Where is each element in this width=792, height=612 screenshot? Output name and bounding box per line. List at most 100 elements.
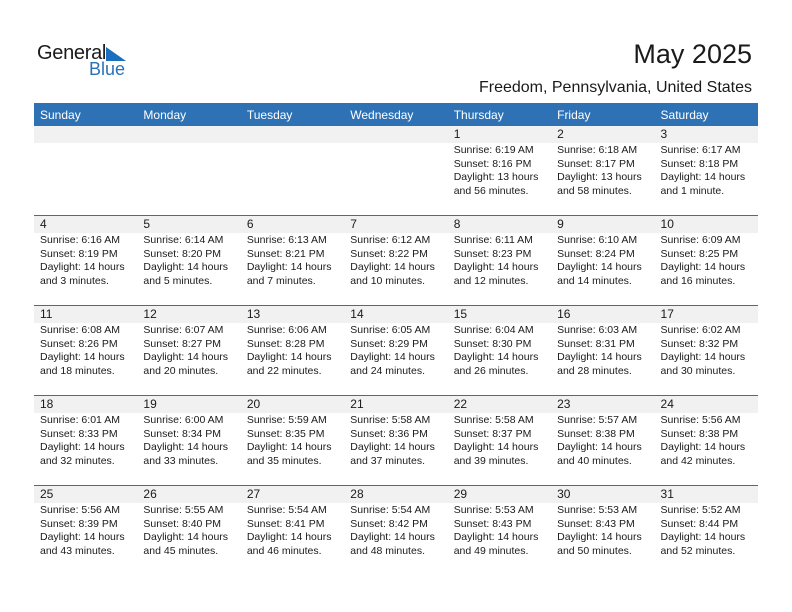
day-number: 12 <box>137 306 241 323</box>
weekday-header: Sunday <box>34 103 138 126</box>
daylight-duration: Daylight: 14 hours <box>453 261 539 273</box>
day-number: 20 <box>240 396 345 413</box>
sunset-time: Sunset: 8:23 PM <box>453 247 532 260</box>
daylight-duration: Daylight: 14 hours <box>40 441 125 453</box>
sunrise-time: Sunrise: 6:01 AM <box>40 414 120 426</box>
sun-info: Sunrise: 6:08 AM Sunset: 8:26 PM Daylight:… <box>34 323 137 378</box>
day-cell: 20 Sunrise: 5:59 AM Sunset: 8:35 PM Dayligh… <box>240 395 345 486</box>
sun-info: Sunrise: 5:58 AM Sunset: 8:37 PM Daylight:… <box>448 413 551 468</box>
weekday-header: Friday <box>551 103 655 126</box>
day-number: 1 <box>447 126 552 143</box>
page-title: May 2025 <box>633 39 752 69</box>
sunset-time: Sunset: 8:37 PM <box>453 427 532 440</box>
day-cell: 9 Sunrise: 6:10 AM Sunset: 8:24 PM Daylight… <box>551 215 655 306</box>
week-row: 11 Sunrise: 6:08 AM Sunset: 8:26 PM Dayligh… <box>34 305 758 396</box>
daylight-duration: Daylight: 14 hours <box>143 531 229 543</box>
day-cell-content: 13 Sunrise: 6:06 AM Sunset: 8:28 PM Dayligh… <box>240 306 345 395</box>
sun-info: Sunrise: 6:12 AM Sunset: 8:22 PM Daylight:… <box>344 233 447 288</box>
daylight-duration: Daylight: 14 hours <box>660 171 746 183</box>
sunrise-time: Sunrise: 6:08 AM <box>40 324 120 336</box>
sunrise-time: Sunrise: 6:02 AM <box>660 324 741 336</box>
sunrise-time: Sunrise: 6:04 AM <box>453 324 534 336</box>
day-cell-content: 20 Sunrise: 5:59 AM Sunset: 8:35 PM Dayligh… <box>240 396 345 485</box>
daylight-duration: Daylight: 14 hours <box>143 441 229 453</box>
day-number: 24 <box>654 396 758 413</box>
weekday-header: Wednesday <box>344 103 448 126</box>
daylight-duration: Daylight: 14 hours <box>143 261 229 273</box>
daylight-duration-continued: and 5 minutes. <box>143 274 213 287</box>
sunset-time: Sunset: 8:20 PM <box>143 247 222 260</box>
sun-info: Sunrise: 6:00 AM Sunset: 8:34 PM Daylight:… <box>137 413 240 468</box>
daylight-duration-continued: and 16 minutes. <box>660 274 736 287</box>
sun-info: Sunrise: 6:16 AM Sunset: 8:19 PM Daylight:… <box>34 233 137 288</box>
sunrise-time: Sunrise: 5:59 AM <box>246 414 327 426</box>
day-number: 23 <box>551 396 655 413</box>
sunset-time: Sunset: 8:31 PM <box>557 337 635 350</box>
day-cell-content <box>137 126 241 215</box>
day-number: 21 <box>344 396 448 413</box>
sun-info: Sunrise: 6:07 AM Sunset: 8:27 PM Daylight:… <box>137 323 240 378</box>
daylight-duration-continued: and 32 minutes. <box>40 454 115 467</box>
daylight-duration-continued: and 33 minutes. <box>143 454 219 467</box>
sun-info: Sunrise: 6:14 AM Sunset: 8:20 PM Daylight:… <box>137 233 240 288</box>
day-number: 25 <box>34 486 138 503</box>
day-cell-content: 18 Sunrise: 6:01 AM Sunset: 8:33 PM Dayligh… <box>34 396 138 485</box>
daylight-duration: Daylight: 14 hours <box>453 531 539 543</box>
sunrise-time: Sunrise: 6:19 AM <box>453 144 534 156</box>
sunrise-time: Sunrise: 6:14 AM <box>143 234 224 246</box>
day-cell: 1 Sunrise: 6:19 AM Sunset: 8:16 PM Daylight… <box>447 126 552 216</box>
week-row: 25 Sunrise: 5:56 AM Sunset: 8:39 PM Dayligh… <box>34 485 758 575</box>
day-cell: 13 Sunrise: 6:06 AM Sunset: 8:28 PM Dayligh… <box>240 305 345 396</box>
day-cell: 24 Sunrise: 5:56 AM Sunset: 8:38 PM Dayligh… <box>654 395 758 486</box>
day-cell-content: 17 Sunrise: 6:02 AM Sunset: 8:32 PM Dayligh… <box>654 306 758 395</box>
day-cell-content <box>344 126 448 215</box>
day-number: 28 <box>344 486 448 503</box>
daylight-duration-continued: and 14 minutes. <box>557 274 632 287</box>
daylight-duration: Daylight: 13 hours <box>557 171 642 183</box>
sun-info: Sunrise: 5:54 AM Sunset: 8:42 PM Daylight:… <box>344 503 447 558</box>
day-cell-content: 31 Sunrise: 5:52 AM Sunset: 8:44 PM Dayligh… <box>654 486 758 575</box>
day-cell: 5 Sunrise: 6:14 AM Sunset: 8:20 PM Daylight… <box>137 215 241 306</box>
daylight-duration-continued: and 30 minutes. <box>660 364 736 377</box>
sunset-time: Sunset: 8:29 PM <box>350 337 428 350</box>
day-cell: 23 Sunrise: 5:57 AM Sunset: 8:38 PM Dayligh… <box>551 395 655 486</box>
sunrise-time: Sunrise: 6:18 AM <box>557 144 638 156</box>
daylight-duration: Daylight: 14 hours <box>350 531 435 543</box>
sunrise-time: Sunrise: 5:54 AM <box>350 504 431 516</box>
daylight-duration: Daylight: 14 hours <box>40 351 125 363</box>
daylight-duration: Daylight: 14 hours <box>660 351 746 363</box>
day-number: 26 <box>137 486 241 503</box>
day-number: 6 <box>240 216 345 233</box>
daylight-duration: Daylight: 14 hours <box>557 441 642 453</box>
weekday-header: Tuesday <box>240 103 345 126</box>
day-number: 22 <box>447 396 552 413</box>
day-number: 2 <box>551 126 655 143</box>
day-number: 4 <box>34 216 138 233</box>
day-cell: 18 Sunrise: 6:01 AM Sunset: 8:33 PM Dayligh… <box>34 395 138 486</box>
sunrise-time: Sunrise: 5:55 AM <box>143 504 224 516</box>
sunrise-time: Sunrise: 5:54 AM <box>246 504 327 516</box>
day-cell-content: 8 Sunrise: 6:11 AM Sunset: 8:23 PM Daylight… <box>447 216 552 305</box>
daylight-duration-continued: and 7 minutes. <box>246 274 316 287</box>
day-number <box>34 126 138 143</box>
day-cell: 4 Sunrise: 6:16 AM Sunset: 8:19 PM Daylight… <box>34 215 138 306</box>
daylight-duration-continued: and 40 minutes. <box>557 454 632 467</box>
day-cell-content: 14 Sunrise: 6:05 AM Sunset: 8:29 PM Dayligh… <box>344 306 448 395</box>
daylight-duration: Daylight: 14 hours <box>246 441 332 453</box>
day-cell-content: 1 Sunrise: 6:19 AM Sunset: 8:16 PM Daylight… <box>447 126 552 215</box>
sunset-time: Sunset: 8:36 PM <box>350 427 428 440</box>
sun-info: Sunrise: 6:01 AM Sunset: 8:33 PM Daylight:… <box>34 413 137 468</box>
daylight-duration: Daylight: 14 hours <box>557 261 642 273</box>
sunrise-time: Sunrise: 6:11 AM <box>453 234 533 246</box>
daylight-duration-continued: and 35 minutes. <box>246 454 322 467</box>
day-cell: 11 Sunrise: 6:08 AM Sunset: 8:26 PM Dayligh… <box>34 305 138 396</box>
sunset-time: Sunset: 8:38 PM <box>660 427 739 440</box>
daylight-duration: Daylight: 14 hours <box>350 441 435 453</box>
day-cell: 17 Sunrise: 6:02 AM Sunset: 8:32 PM Dayligh… <box>654 305 758 396</box>
sunset-time: Sunset: 8:21 PM <box>246 247 325 260</box>
daylight-duration: Daylight: 13 hours <box>453 171 539 183</box>
day-number: 10 <box>654 216 758 233</box>
day-cell-content: 25 Sunrise: 5:56 AM Sunset: 8:39 PM Dayligh… <box>34 486 138 575</box>
sunset-time: Sunset: 8:19 PM <box>40 247 118 260</box>
sun-info: Sunrise: 5:56 AM Sunset: 8:39 PM Daylight:… <box>34 503 137 558</box>
